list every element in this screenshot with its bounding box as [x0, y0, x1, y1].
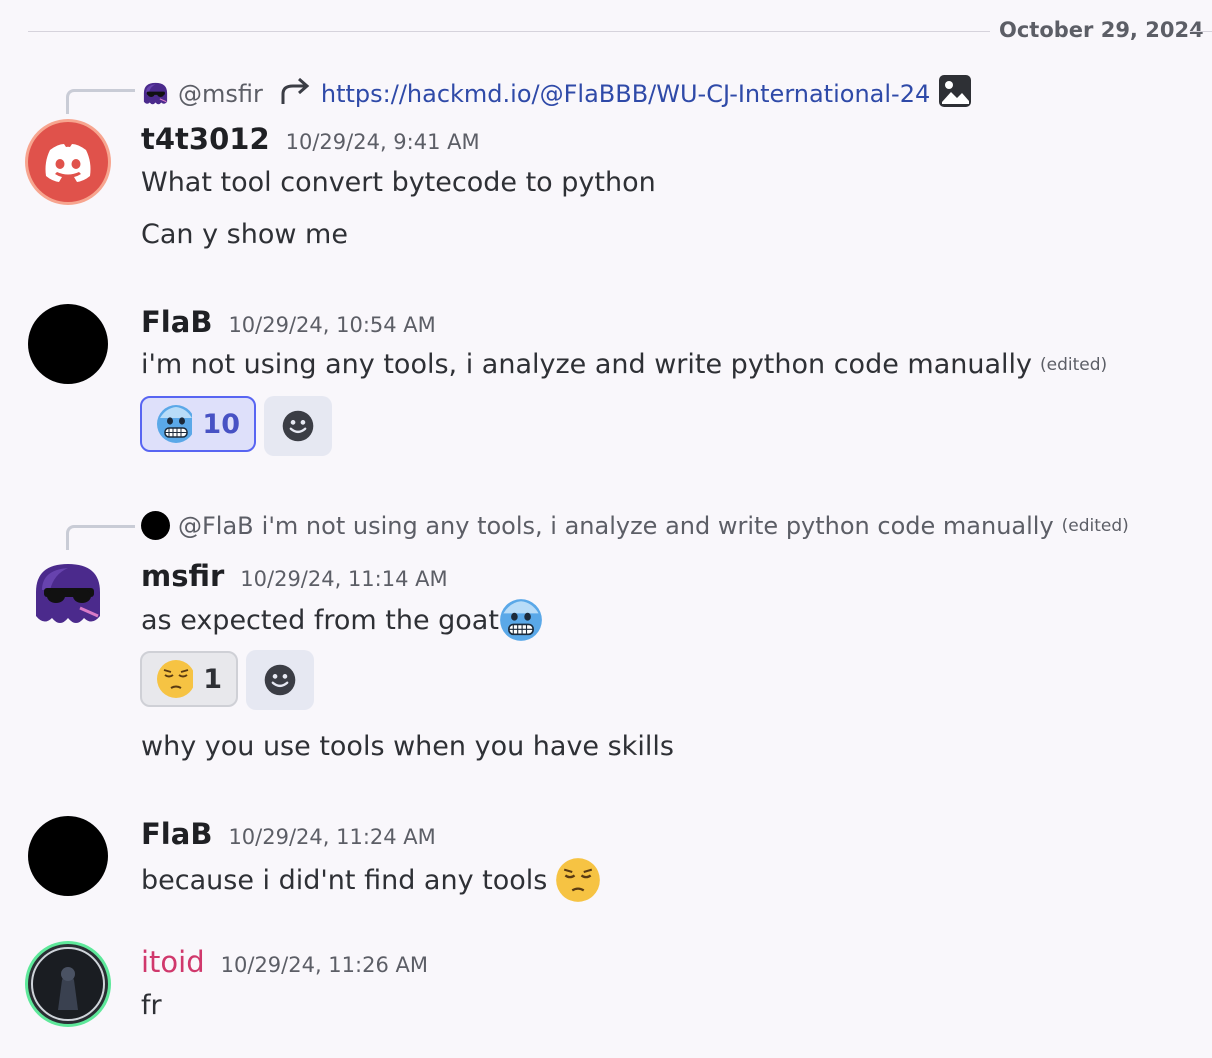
reaction-cold-face[interactable]: 10 — [140, 396, 256, 452]
smiley-add-icon — [263, 663, 297, 697]
reply-text[interactable]: i'm not using any tools, i analyze and w… — [262, 512, 1054, 540]
message-line: as expected from the goat — [141, 598, 543, 642]
message-line: i'm not using any tools, i analyze and w… — [141, 349, 1107, 380]
reaction-count: 1 — [203, 663, 222, 695]
message-timestamp: 10/29/24, 11:14 AM — [240, 567, 448, 591]
msfir-mini-avatar — [141, 79, 170, 109]
add-reaction-button[interactable] — [246, 650, 314, 710]
reply-username[interactable]: @FlaB — [178, 512, 254, 540]
pensive-face-icon — [555, 857, 602, 903]
cold-face-icon — [499, 598, 543, 642]
author-name[interactable]: msfir — [141, 559, 224, 593]
edited-label: (edited) — [1040, 354, 1108, 375]
avatar-flab[interactable] — [28, 304, 108, 384]
reply-preview[interactable]: @msfir https://hackmd.io/@FlaBBB/WU-CJ-I… — [141, 74, 972, 114]
author-name[interactable]: FlaB — [141, 305, 212, 339]
pensive-face-icon — [156, 659, 194, 699]
message-line: because i did'nt find any tools — [141, 857, 602, 903]
message-text: fr — [141, 990, 162, 1021]
message-text: because i did'nt find any tools — [141, 864, 548, 896]
author-name[interactable]: FlaB — [141, 817, 212, 851]
message-timestamp: 10/29/24, 10:54 AM — [228, 313, 436, 337]
message-timestamp: 10/29/24, 11:24 AM — [228, 825, 436, 849]
avatar-msfir[interactable] — [28, 556, 108, 636]
date-divider-line-left — [28, 31, 990, 32]
image-icon[interactable] — [938, 74, 972, 114]
reaction-count: 10 — [202, 408, 240, 440]
message-text: as expected from the goat — [141, 604, 499, 636]
date-divider-line-right — [1190, 31, 1212, 32]
avatar-flab[interactable] — [28, 816, 108, 896]
reply-preview[interactable]: @FlaB i'm not using any tools, i analyze… — [141, 511, 1129, 540]
author-name[interactable]: t4t3012 — [141, 122, 270, 156]
message-timestamp: 10/29/24, 11:26 AM — [220, 953, 428, 977]
reply-edited-label: (edited) — [1061, 515, 1129, 536]
reaction-pensive-face[interactable]: 1 — [140, 651, 238, 707]
reply-connector — [66, 525, 135, 550]
author-name[interactable]: itoid — [141, 945, 205, 979]
avatar-t4t3012[interactable] — [28, 122, 108, 202]
smiley-add-icon — [281, 409, 315, 443]
forward-arrow-icon — [279, 76, 313, 112]
reply-link[interactable]: https://hackmd.io/@FlaBBB/WU-CJ-Internat… — [321, 80, 930, 108]
flab-mini-avatar — [141, 511, 170, 540]
reply-connector — [66, 89, 135, 114]
message-text: What tool convert bytecode to python — [141, 167, 656, 198]
message-timestamp: 10/29/24, 9:41 AM — [285, 130, 480, 154]
message-text: Can y show me — [141, 219, 348, 250]
itoid-avatar-image — [31, 947, 105, 1021]
discord-logo-icon — [45, 144, 91, 182]
cold-face-icon — [156, 404, 193, 444]
date-divider-label: October 29, 2024 — [999, 18, 1204, 42]
reply-username[interactable]: @msfir — [178, 80, 263, 108]
message-text: i'm not using any tools, i analyze and w… — [141, 349, 1032, 380]
add-reaction-button[interactable] — [264, 396, 332, 456]
message-text: why you use tools when you have skills — [141, 731, 674, 762]
avatar-itoid[interactable] — [28, 944, 108, 1024]
